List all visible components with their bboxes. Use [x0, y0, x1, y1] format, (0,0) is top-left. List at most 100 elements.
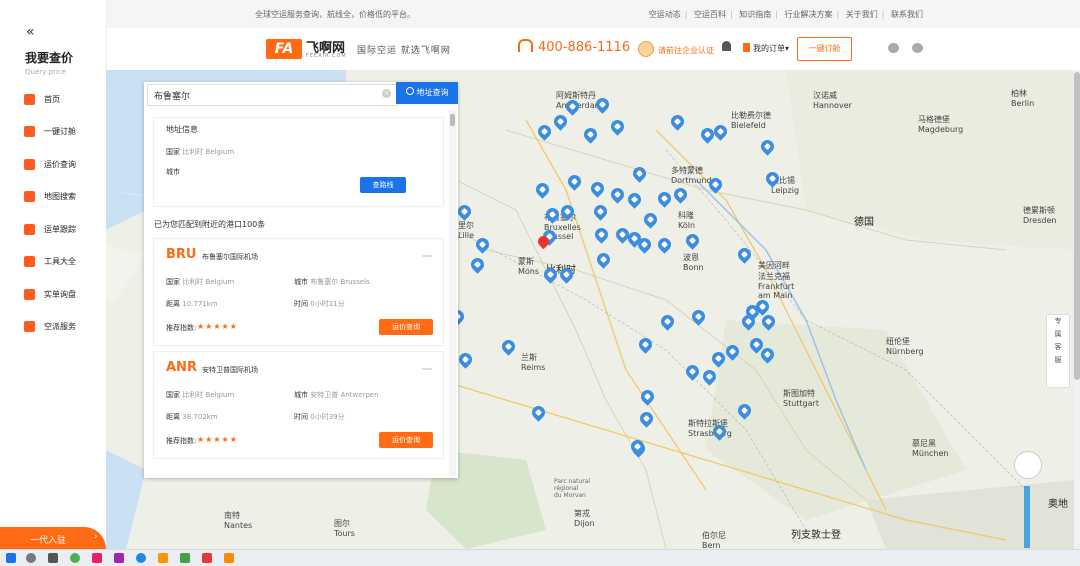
link-guide[interactable]: 知识指南: [739, 10, 771, 19]
map-label-mons: 蒙斯 Mons: [518, 257, 540, 276]
check-route-button[interactable]: 查路线: [360, 177, 406, 193]
rating-stars: ★★★★★: [197, 435, 238, 444]
port-city: 城市 安特卫普 Antwerpen: [294, 390, 379, 400]
address-search-button[interactable]: 地址查询: [396, 82, 458, 104]
link-contact[interactable]: 联系我们: [891, 10, 923, 19]
address-info-card: 地址信息 国家 比利时 Belgium 城市 查路线: [153, 117, 444, 207]
enterprise-cert-link[interactable]: 请前往企业认证: [638, 41, 714, 57]
customer-service-panel[interactable]: 专 属 客 服: [1046, 314, 1070, 388]
rating-label: 推荐指数:: [166, 324, 197, 332]
sidebar-item-tools[interactable]: 工具大全: [0, 252, 106, 272]
map-label-germany: 德国: [854, 217, 874, 228]
link-air-news[interactable]: 空运动态: [649, 10, 681, 19]
sidebar-item-booking[interactable]: 一键订舱: [0, 122, 106, 142]
sidebar-item-inquiry[interactable]: 实单询盘: [0, 285, 106, 305]
match-count-text: 已为您匹配到附近的港口100条: [154, 220, 266, 229]
map-label-berlin: 柏林 Berlin: [1011, 89, 1035, 108]
os-taskbar: [0, 549, 1080, 566]
map-label-bern: 伯尔尼 Bern: [702, 531, 726, 549]
address-search-field[interactable]: ×: [147, 84, 398, 106]
rating-label: 推荐指数:: [166, 437, 197, 445]
link-air-wiki[interactable]: 空运百科: [694, 10, 726, 19]
sidebar-item-tracking[interactable]: 运单跟踪: [0, 220, 106, 240]
app-icon[interactable]: [92, 553, 102, 563]
sidebar-item-label: 运价查询: [44, 160, 76, 169]
map-label-park: Parc natural régional du Morvan: [554, 478, 591, 499]
port-time: 时间 0小时39分: [294, 412, 345, 422]
sidebar-item-label: 实单询盘: [44, 290, 76, 299]
port-name: 布鲁塞尔国际机场: [202, 253, 258, 261]
label: 城市: [294, 278, 308, 286]
port-code: BRU: [166, 247, 197, 262]
bell-icon[interactable]: [722, 41, 731, 51]
link-solutions[interactable]: 行业解决方案: [785, 10, 833, 19]
chevron-right-icon: ›: [94, 532, 98, 542]
map-label-bonn: 波恩 Bonn: [683, 253, 704, 272]
one-key-booking-button[interactable]: 一键订舱: [797, 37, 852, 61]
expand-icon[interactable]: [422, 255, 432, 257]
task-view-icon[interactable]: [48, 553, 58, 563]
sidebar-item-map-search[interactable]: 地图搜索: [0, 187, 106, 207]
link-about[interactable]: 关于我们: [846, 10, 878, 19]
port-city: 城市 布鲁塞尔 Brussels: [294, 277, 370, 287]
logo-mark: FA: [266, 39, 302, 59]
port-distance: 距离 10.771km: [166, 299, 218, 309]
sidebar-item-home[interactable]: 首页: [0, 90, 106, 110]
document-icon: [743, 43, 750, 52]
app-icon[interactable]: [224, 553, 234, 563]
sidebar-item-rate-query[interactable]: 运价查询: [0, 155, 106, 175]
map-label-hanover: 汉诺威 Hannover: [813, 91, 852, 110]
address-city: 城市: [166, 168, 180, 176]
map-label-austria: 奥地: [1048, 499, 1068, 510]
wechat-icon[interactable]: [888, 43, 899, 53]
port-card[interactable]: BRU 布鲁塞尔国际机场 国家 比利时 Belgium 城市 布鲁塞尔 Brus…: [153, 238, 444, 346]
rate-query-button[interactable]: 运价查询: [379, 319, 433, 335]
map-label-dijon: 第戎 Dijon: [574, 509, 595, 528]
port-code: ANR: [166, 360, 197, 375]
app-icon[interactable]: [114, 553, 124, 563]
top-links: 空运动态 | 空运百科 | 知识指南 | 行业解决方案 | 关于我们 | 联系我们: [648, 10, 923, 19]
logo-domain: FEEAIR.COM: [306, 53, 347, 59]
cs-char: 属: [1054, 330, 1062, 338]
expand-icon[interactable]: [422, 368, 432, 370]
map-label-tours: 图尔 Tours: [334, 519, 355, 538]
rate-query-button[interactable]: 运价查询: [379, 432, 433, 448]
value: 0小时39分: [310, 413, 345, 421]
scrollbar-thumb[interactable]: [1074, 72, 1080, 380]
agent-join-button[interactable]: 一代入驻 ›: [0, 527, 106, 549]
wps-icon[interactable]: [202, 553, 212, 563]
country-label: 国家: [166, 148, 180, 156]
search-icon[interactable]: [26, 553, 36, 563]
clear-icon[interactable]: ×: [382, 89, 391, 98]
value: 比利时 Belgium: [182, 391, 235, 399]
my-orders-menu[interactable]: 我的订单▾: [743, 43, 789, 54]
results-scrollbar[interactable]: [449, 110, 456, 476]
sidebar-item-label: 一键订舱: [44, 127, 76, 136]
app-icon[interactable]: [158, 553, 168, 563]
map-compass[interactable]: [1014, 451, 1042, 479]
sidebar-subtitle: Query price: [25, 68, 66, 76]
port-time: 时间 0小时11分: [294, 299, 345, 309]
sidebar-item-air-delivery[interactable]: 空派服务: [0, 317, 106, 337]
address-info-title: 地址信息: [166, 125, 198, 134]
cs-char: 客: [1054, 343, 1062, 351]
scrollbar-thumb[interactable]: [450, 114, 455, 126]
rating-stars: ★★★★★: [197, 322, 238, 331]
port-card[interactable]: ANR 安特卫普国际机场 国家 比利时 Belgium 城市 安特卫普 Antw…: [153, 351, 444, 459]
map-label-koln: 科隆 Köln: [678, 211, 696, 230]
map-label-stuttgart: 斯图加特 Stuttgart: [783, 389, 819, 408]
results-scroll[interactable]: 地址信息 国家 比利时 Belgium 城市 查路线 已为您匹配到附近的港口10…: [147, 108, 450, 478]
link-icon[interactable]: [912, 43, 923, 53]
map-zoom-slider[interactable]: [1024, 486, 1030, 548]
port-country: 国家 比利时 Belgium: [166, 390, 234, 400]
port-name: 安特卫普国际机场: [202, 366, 258, 374]
wechat-icon[interactable]: [180, 553, 190, 563]
browser-icon[interactable]: [70, 553, 80, 563]
search-input[interactable]: [154, 88, 374, 102]
value: 布鲁塞尔 Brussels: [310, 278, 370, 286]
plane-icon: [24, 321, 35, 332]
windows-start-icon[interactable]: [6, 553, 16, 563]
collapse-icon[interactable]: «: [26, 24, 35, 40]
page-scrollbar[interactable]: [1074, 70, 1080, 549]
edge-icon[interactable]: [136, 553, 146, 563]
